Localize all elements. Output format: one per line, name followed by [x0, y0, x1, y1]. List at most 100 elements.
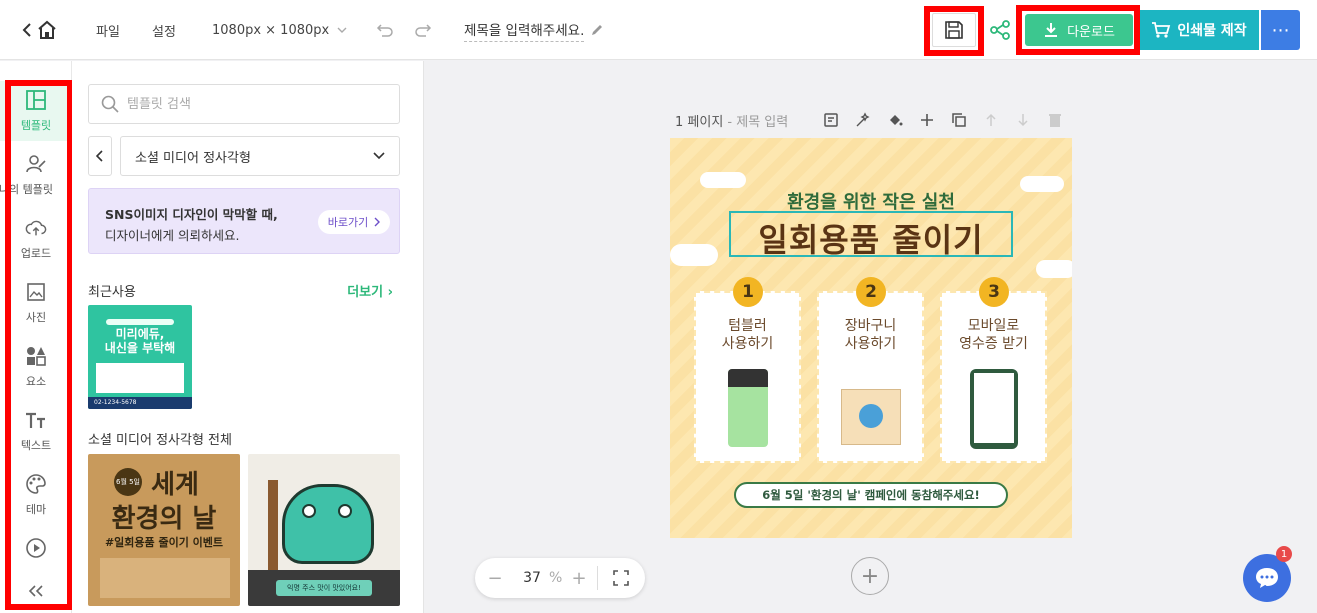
mobile-receipt-illustration — [970, 369, 1018, 449]
share-icon — [990, 20, 1010, 40]
paint-bucket-icon — [890, 115, 903, 126]
tumbler-illustration — [728, 369, 768, 447]
design-request-banner: SNS이미지 디자인이 막막할 때, 디자이너에게 의뢰하세요. 바로가기 — [88, 188, 400, 254]
magic-button[interactable] — [853, 110, 873, 130]
more-icon: ⋯ — [1271, 19, 1290, 41]
palette-icon — [25, 473, 47, 495]
step-card[interactable]: 1 텀블러 사용하기 — [694, 277, 801, 463]
thumb-eye — [302, 504, 316, 518]
sidebar-collapse-button[interactable] — [0, 571, 72, 611]
sidebar-item-theme[interactable]: 테마 — [0, 465, 72, 525]
move-down-button[interactable] — [1013, 110, 1033, 130]
play-icon — [25, 537, 47, 559]
sidebar-label: 요소 — [25, 375, 47, 388]
sidebar-item-templates[interactable]: 템플릿 — [0, 81, 72, 141]
redo-button[interactable] — [414, 0, 432, 60]
thumb-header-bar — [106, 319, 174, 325]
download-button[interactable]: 다운로드 — [1025, 14, 1133, 46]
fullscreen-button[interactable] — [598, 570, 644, 586]
document-title-field[interactable]: 제목을 입력해주세요. — [464, 0, 604, 60]
step-text-line: 장바구니 — [844, 318, 897, 334]
promo-line-2: 디자이너에게 의뢰하세요. — [105, 228, 240, 243]
download-icon — [1045, 23, 1058, 37]
design-footer[interactable]: 6월 5일 '환경의 날' 캠페인에 동참해주세요! — [734, 482, 1008, 508]
back-home-button[interactable] — [22, 0, 58, 60]
menu-file[interactable]: 파일 — [96, 0, 120, 60]
background-color-button[interactable] — [885, 110, 905, 130]
step-text-line: 사용하기 — [844, 336, 897, 352]
page-label[interactable]: 1 페이지 - 제목 입력 — [675, 111, 788, 130]
zoom-value[interactable]: 37 — [515, 570, 549, 586]
sidebar-item-photos[interactable]: 사진 — [0, 273, 72, 333]
add-button[interactable] — [917, 110, 937, 130]
sidebar-label: 테마 — [25, 503, 47, 516]
chevron-left-icon — [22, 23, 31, 37]
undo-icon — [376, 24, 393, 37]
share-button[interactable] — [984, 13, 1016, 47]
zoom-out-button[interactable]: − — [475, 568, 515, 589]
arrow-down-icon — [1018, 114, 1028, 127]
cloud-shape — [700, 172, 746, 188]
canvas-area: 1 페이지 - 제목 입력 환경을 위한 작은 실천 일회용품 줄이기 1 텀블… — [425, 61, 1317, 613]
template-panel: 소셜 미디어 정사각형 SNS이미지 디자인이 막막할 때, 디자이너에게 의뢰… — [72, 61, 424, 613]
template-thumbnail[interactable]: 6월 5일 세계 환경의 날 #일회용품 줄이기 이벤트 — [88, 454, 240, 606]
print-order-button[interactable]: 인쇄물 제작 — [1139, 10, 1259, 50]
step-text: 모바일로 영수증 받기 — [942, 317, 1045, 353]
step-card[interactable]: 2 장바구니 사용하기 — [817, 277, 924, 463]
step-number: 1 — [733, 277, 763, 307]
memo-button[interactable] — [821, 110, 841, 130]
step-number: 3 — [979, 277, 1009, 307]
eco-bag-illustration — [841, 389, 901, 445]
step-text-line: 사용하기 — [721, 336, 774, 352]
category-back-button[interactable] — [88, 136, 112, 176]
canvas-size-dropdown[interactable]: 1080px × 1080px — [212, 0, 347, 60]
collapse-icon — [25, 580, 47, 602]
sidebar-item-text[interactable]: 텍스트 — [0, 401, 72, 461]
user-edit-icon — [25, 153, 47, 175]
delete-page-button[interactable] — [1045, 110, 1065, 130]
more-options-button[interactable]: ⋯ — [1261, 10, 1300, 50]
step-card[interactable]: 3 모바일로 영수증 받기 — [940, 277, 1047, 463]
selected-text-box[interactable]: 일회용품 줄이기 — [729, 211, 1013, 259]
copy-icon — [952, 113, 966, 127]
thumb-headline: 세계 — [151, 470, 199, 500]
step-text: 텀블러 사용하기 — [696, 317, 799, 353]
chevron-down-icon — [337, 27, 347, 33]
category-value: 소셜 미디어 정사각형 — [135, 150, 251, 166]
promo-go-button[interactable]: 바로가기 — [318, 210, 390, 234]
more-recent-link[interactable]: 더보기 › — [347, 281, 393, 300]
text-icon — [25, 409, 47, 431]
thumb-title: 미리에듀, 내신을 부탁해 — [88, 327, 192, 355]
menu-settings[interactable]: 설정 — [152, 0, 176, 60]
add-page-button[interactable]: + — [851, 557, 889, 595]
zoom-control: − 37 % + — [475, 558, 645, 598]
category-select[interactable]: 소셜 미디어 정사각형 — [120, 136, 400, 176]
thumb-eye — [338, 504, 352, 518]
more-label: 더보기 — [347, 285, 384, 300]
save-button[interactable] — [932, 13, 976, 47]
sidebar-label: 사진 — [25, 311, 47, 324]
search-icon — [101, 95, 119, 113]
page-toolbar — [821, 110, 1065, 130]
sidebar-item-video[interactable] — [0, 523, 72, 573]
arrow-up-icon — [986, 113, 996, 126]
undo-button[interactable] — [376, 0, 394, 60]
canvas-size-label: 1080px × 1080px — [212, 22, 330, 38]
chat-bubble-icon — [1256, 568, 1278, 588]
template-thumbnail[interactable]: 익명 주스 맛이 맛있어요! — [248, 454, 400, 606]
step-text-line: 영수증 받기 — [959, 336, 1028, 352]
thumb-details — [100, 558, 230, 598]
recent-template-thumbnail[interactable]: 미리에듀, 내신을 부탁해 02-1234-5678 — [88, 305, 192, 409]
design-page[interactable]: 환경을 위한 작은 실천 일회용품 줄이기 1 텀블러 사용하기 2 장바구니 사용… — [670, 138, 1072, 538]
wand-icon — [856, 112, 870, 127]
sidebar-item-upload[interactable]: 업로드 — [0, 209, 72, 269]
template-search-input[interactable] — [127, 96, 377, 112]
template-search-box[interactable] — [88, 84, 400, 124]
image-icon — [25, 281, 47, 303]
move-up-button[interactable] — [981, 110, 1001, 130]
print-label: 인쇄물 제작 — [1177, 23, 1247, 39]
sidebar-item-elements[interactable]: 요소 — [0, 337, 72, 397]
zoom-in-button[interactable]: + — [561, 568, 597, 589]
duplicate-page-button[interactable] — [949, 110, 969, 130]
sidebar-item-my-templates[interactable]: 나의 템플릿 — [0, 145, 72, 205]
